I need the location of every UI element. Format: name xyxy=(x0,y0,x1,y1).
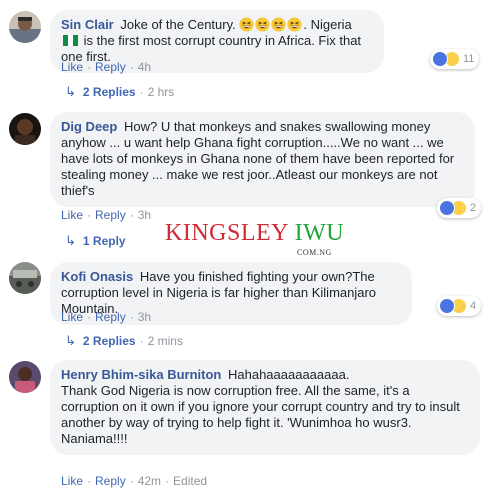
reply-link[interactable]: Reply xyxy=(95,310,126,324)
comment-text: How? U that monkeys and snakes swallowin… xyxy=(61,119,455,198)
comment-bubble: Henry Bhim-sika Burniton Hahahaaaaaaaaaa… xyxy=(50,360,480,455)
avatar[interactable] xyxy=(9,361,41,393)
like-reaction-icon xyxy=(439,298,455,314)
reaction-count: 2 xyxy=(470,202,477,214)
comment-actions: Like · Reply · 3h xyxy=(61,208,152,222)
view-replies[interactable]: ↳ 2 Replies · 2 mins xyxy=(65,333,183,349)
comment-text-last-line: Naniama!!!! xyxy=(61,431,128,446)
comment-text-first-line: Hahahaaaaaaaaaaa. xyxy=(227,367,350,382)
reaction-count: 4 xyxy=(470,300,477,312)
comment-author[interactable]: Dig Deep xyxy=(61,119,117,134)
replies-time: 2 mins xyxy=(147,334,183,348)
like-reaction-icon xyxy=(432,51,448,67)
nigeria-flag-icon xyxy=(61,33,80,48)
replies-link[interactable]: 1 Reply xyxy=(83,234,126,248)
reply-link[interactable]: Reply xyxy=(95,60,126,74)
watermark-logo: KINGSLEY IWU xyxy=(165,220,345,246)
comment-time[interactable]: 42m xyxy=(138,474,161,488)
reply-link[interactable]: Reply xyxy=(95,474,126,488)
reaction-count: 11 xyxy=(463,53,475,65)
watermark-domain: COM.NG xyxy=(297,248,332,257)
grinning-squint-face-icon xyxy=(287,17,303,32)
comment-actions: Like · Reply · 3h xyxy=(61,310,152,324)
comment-text: Thank God Nigeria is now corruption free… xyxy=(61,383,460,430)
comment-author[interactable]: Henry Bhim-sika Burniton xyxy=(61,367,221,382)
avatar[interactable] xyxy=(9,11,41,43)
reply-arrow-icon: ↳ xyxy=(65,84,76,99)
reactions-summary[interactable]: 4 xyxy=(437,296,482,316)
replies-link[interactable]: 2 Replies xyxy=(83,85,136,99)
reply-link[interactable]: Reply xyxy=(95,208,126,222)
replies-link[interactable]: 2 Replies xyxy=(83,334,136,348)
reply-arrow-icon: ↳ xyxy=(65,233,76,248)
replies-time: 2 hrs xyxy=(147,85,175,99)
avatar[interactable] xyxy=(9,262,41,294)
like-link[interactable]: Like xyxy=(61,474,83,488)
avatar[interactable] xyxy=(9,113,41,145)
grinning-squint-face-icon xyxy=(255,17,271,32)
comment-author[interactable]: Sin Clair xyxy=(61,17,114,32)
like-link[interactable]: Like xyxy=(61,60,83,74)
grinning-squint-face-icon xyxy=(239,17,255,32)
like-reaction-icon xyxy=(439,200,455,216)
comment-text-mid: . Nigeria xyxy=(303,17,352,32)
edited-label[interactable]: Edited xyxy=(173,474,207,488)
comment-actions: Like · Reply · 42m · Edited xyxy=(61,474,208,488)
reactions-summary[interactable]: 2 xyxy=(437,198,482,218)
grinning-squint-face-icon xyxy=(271,17,287,32)
comment-author[interactable]: Kofi Onasis xyxy=(61,269,133,284)
reactions-summary[interactable]: 11 xyxy=(430,49,480,69)
comment-actions: Like · Reply · 4h xyxy=(61,60,152,74)
comment-time[interactable]: 3h xyxy=(138,208,151,222)
comment-time[interactable]: 3h xyxy=(138,310,151,324)
comment-text: Joke of the Century. xyxy=(120,17,240,32)
comment-time[interactable]: 4h xyxy=(138,60,151,74)
view-replies[interactable]: ↳ 2 Replies · 2 hrs xyxy=(65,84,175,100)
like-link[interactable]: Like xyxy=(61,310,83,324)
like-link[interactable]: Like xyxy=(61,208,83,222)
reply-arrow-icon: ↳ xyxy=(65,333,76,348)
view-replies[interactable]: ↳ 1 Reply xyxy=(65,233,126,249)
comment-bubble: Dig Deep How? U that monkeys and snakes … xyxy=(50,112,475,207)
